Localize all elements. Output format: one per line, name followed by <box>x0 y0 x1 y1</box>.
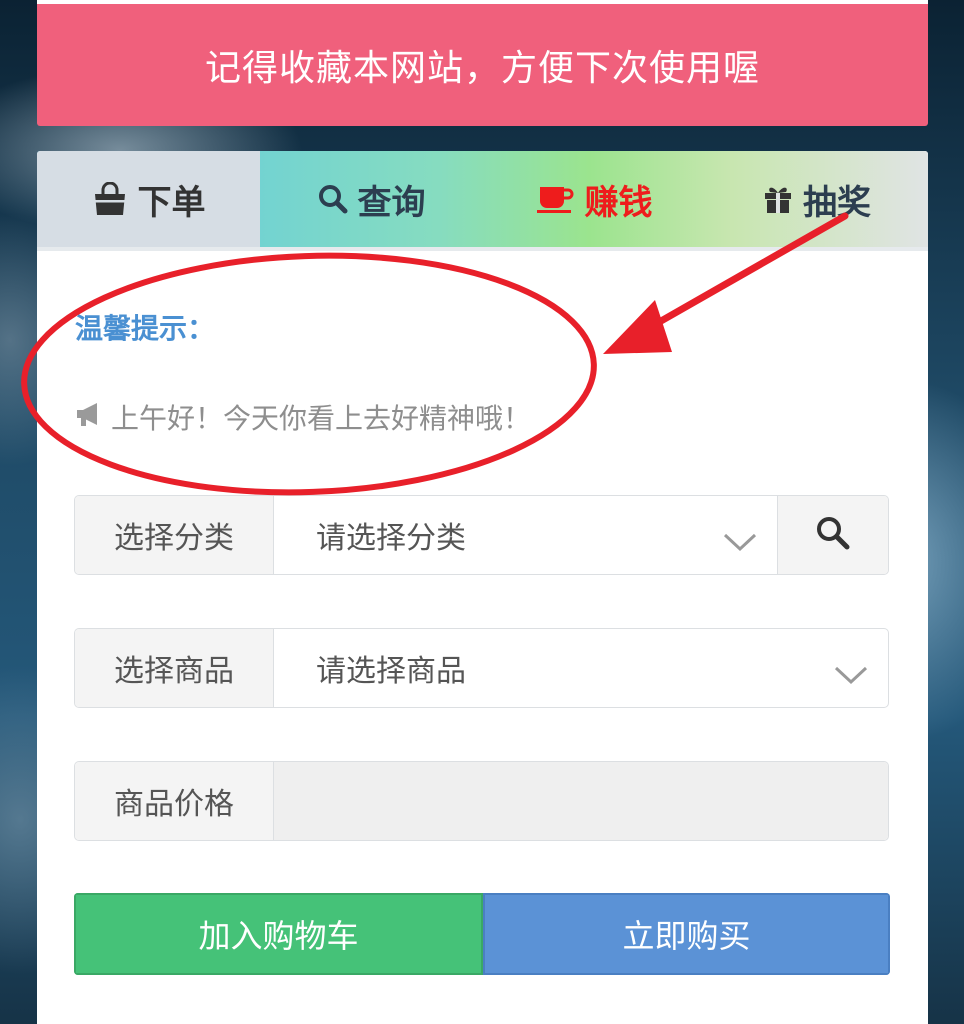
tab-lottery-label: 抽奖 <box>803 182 871 223</box>
category-select-value: 请选择分类 <box>316 521 466 556</box>
main-card: 下单 查询 赚钱 抽奖 温馨提示： 上午好！今天你看上去好精神哦！ 选择分类 请… <box>37 151 928 1024</box>
product-select-value: 请选择商品 <box>316 654 466 689</box>
bookmark-banner: 记得收藏本网站，方便下次使用喔 <box>37 4 928 126</box>
search-icon <box>318 184 348 214</box>
chevron-down-icon <box>723 525 757 560</box>
product-select[interactable]: 请选择商品 <box>274 629 888 707</box>
tab-earn-label: 赚钱 <box>584 182 653 223</box>
bullhorn-icon <box>75 401 103 434</box>
gift-icon <box>763 184 793 214</box>
tab-order-label: 下单 <box>137 182 206 223</box>
tab-order[interactable]: 下单 <box>37 151 260 247</box>
chevron-down-icon <box>834 658 868 693</box>
action-buttons: 加入购物车 立即购买 <box>74 893 890 975</box>
add-to-cart-button[interactable]: 加入购物车 <box>74 893 483 975</box>
category-row: 选择分类 请选择分类 <box>74 495 889 575</box>
tab-query[interactable]: 查询 <box>260 151 483 247</box>
price-field <box>274 762 888 840</box>
price-row: 商品价格 <box>74 761 889 841</box>
buy-now-button[interactable]: 立即购买 <box>483 893 890 975</box>
category-label: 选择分类 <box>75 496 274 574</box>
tip-message-text: 上午好！今天你看上去好精神哦！ <box>111 402 532 435</box>
product-row: 选择商品 请选择商品 <box>74 628 889 708</box>
search-icon <box>815 515 851 555</box>
tab-earn[interactable]: 赚钱 <box>483 151 706 247</box>
tab-bar: 下单 查询 赚钱 抽奖 <box>37 151 928 251</box>
tab-lottery[interactable]: 抽奖 <box>706 151 928 247</box>
tip-title: 温馨提示： <box>75 312 216 345</box>
tab-query-label: 查询 <box>357 182 426 223</box>
coffee-cup-icon <box>536 184 575 214</box>
category-search-button[interactable] <box>777 496 888 574</box>
product-label: 选择商品 <box>75 629 274 707</box>
banner-text: 记得收藏本网站，方便下次使用喔 <box>204 48 760 89</box>
category-select[interactable]: 请选择分类 <box>274 496 777 574</box>
shopping-bag-icon <box>92 182 128 216</box>
price-label: 商品价格 <box>75 762 274 840</box>
tip-message: 上午好！今天你看上去好精神哦！ <box>75 397 531 437</box>
